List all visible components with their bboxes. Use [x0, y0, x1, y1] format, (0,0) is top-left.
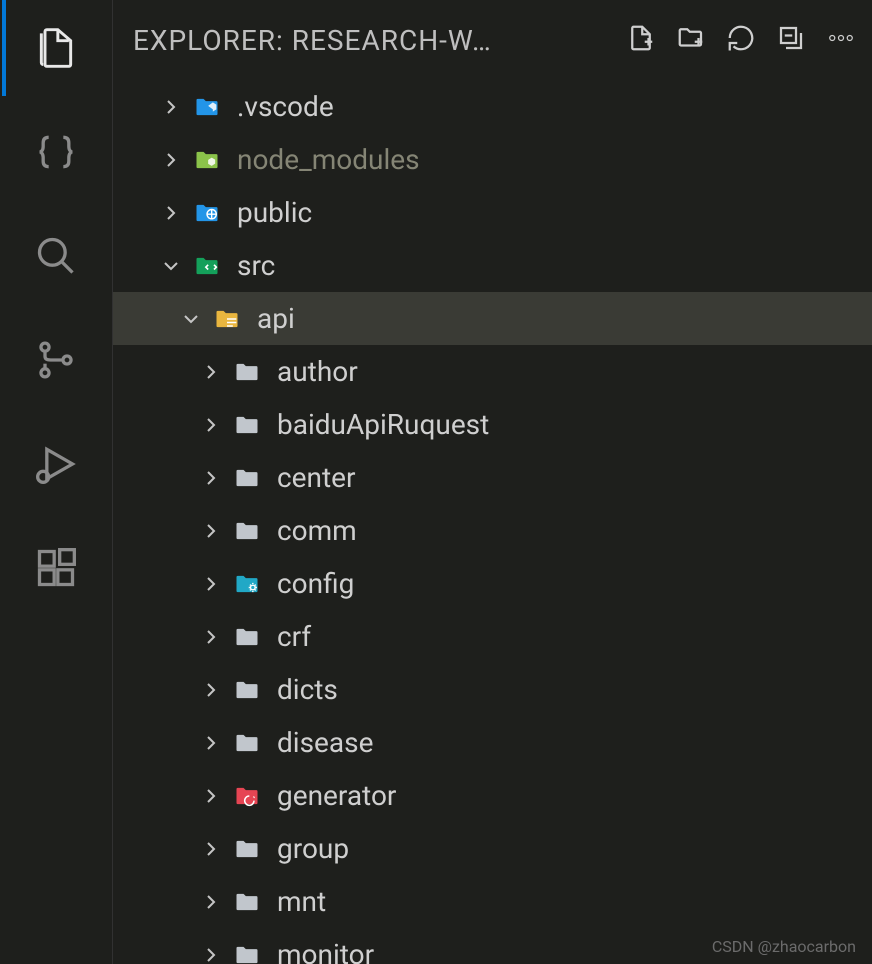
folder-icon: [231, 780, 263, 812]
tree-item-label: center: [277, 461, 355, 494]
tree-item-label: crf: [277, 620, 311, 653]
tree-item-comm[interactable]: comm: [113, 504, 872, 557]
panel-header-actions: [626, 23, 856, 57]
folder-icon: [231, 727, 263, 759]
tree-item-label: group: [277, 832, 349, 865]
tree-item-label: baiduApiRuquest: [277, 408, 489, 441]
refresh-icon[interactable]: [726, 23, 756, 57]
activity-extensions-icon[interactable]: [26, 538, 86, 598]
folder-icon: [191, 197, 223, 229]
tree-item-config[interactable]: config: [113, 557, 872, 610]
tree-item-disease[interactable]: disease: [113, 716, 872, 769]
tree-item-label: author: [277, 355, 358, 388]
chevron-down-icon[interactable]: [175, 303, 207, 335]
chevron-right-icon[interactable]: [195, 939, 227, 964]
folder-icon: [231, 939, 263, 964]
chevron-right-icon[interactable]: [195, 409, 227, 441]
tree-item-group[interactable]: group: [113, 822, 872, 875]
tree-item-center[interactable]: center: [113, 451, 872, 504]
chevron-right-icon[interactable]: [195, 515, 227, 547]
chevron-right-icon[interactable]: [195, 568, 227, 600]
activity-bar: [0, 0, 112, 964]
new-folder-icon[interactable]: [676, 23, 706, 57]
collapse-all-icon[interactable]: [776, 23, 806, 57]
chevron-right-icon[interactable]: [195, 886, 227, 918]
folder-icon: [231, 621, 263, 653]
folder-icon: [191, 144, 223, 176]
tree-item-label: config: [277, 567, 354, 600]
chevron-right-icon[interactable]: [195, 356, 227, 388]
chevron-right-icon[interactable]: [155, 144, 187, 176]
panel-header: EXPLORER: RESEARCH-W…: [113, 0, 872, 80]
file-tree[interactable]: .vscode node_modulespublic src api author bai…: [113, 80, 872, 964]
tree-item-node_modules[interactable]: node_modules: [113, 133, 872, 186]
new-file-icon[interactable]: [626, 23, 656, 57]
tree-item-label: api: [257, 302, 295, 335]
tree-item-label: dicts: [277, 673, 338, 706]
explorer-panel: EXPLORER: RESEARCH-W… .vscode node_module…: [112, 0, 872, 964]
activity-json-braces-icon[interactable]: [26, 122, 86, 182]
folder-icon: [231, 886, 263, 918]
chevron-right-icon[interactable]: [195, 727, 227, 759]
activity-search-icon[interactable]: [26, 226, 86, 286]
chevron-right-icon[interactable]: [155, 197, 187, 229]
folder-icon: [231, 568, 263, 600]
chevron-right-icon[interactable]: [155, 91, 187, 123]
folder-icon: [191, 91, 223, 123]
tree-item-label: comm: [277, 514, 357, 547]
tree-item-label: .vscode: [237, 90, 334, 123]
folder-icon: [191, 250, 223, 282]
more-icon[interactable]: [826, 23, 856, 57]
activity-explorer-icon[interactable]: [26, 18, 86, 78]
tree-item-public[interactable]: public: [113, 186, 872, 239]
tree-item-generator[interactable]: generator: [113, 769, 872, 822]
chevron-right-icon[interactable]: [195, 780, 227, 812]
tree-item-label: monitor: [277, 938, 374, 964]
folder-icon: [231, 356, 263, 388]
watermark-text: CSDN @zhaocarbon: [712, 937, 856, 956]
chevron-right-icon[interactable]: [195, 621, 227, 653]
tree-item-src[interactable]: src: [113, 239, 872, 292]
chevron-right-icon[interactable]: [195, 674, 227, 706]
panel-title: EXPLORER: RESEARCH-W…: [133, 24, 614, 57]
folder-icon: [231, 515, 263, 547]
tree-item-label: node_modules: [237, 143, 420, 176]
tree-item-api[interactable]: api: [113, 292, 872, 345]
tree-item-label: src: [237, 249, 275, 282]
tree-item-author[interactable]: author: [113, 345, 872, 398]
folder-icon: [231, 833, 263, 865]
tree-item-label: disease: [277, 726, 373, 759]
activity-run-debug-icon[interactable]: [26, 434, 86, 494]
tree-item-label: generator: [277, 779, 396, 812]
chevron-right-icon[interactable]: [195, 833, 227, 865]
folder-icon: [231, 462, 263, 494]
tree-item-dicts[interactable]: dicts: [113, 663, 872, 716]
tree-item-label: public: [237, 196, 312, 229]
chevron-right-icon[interactable]: [195, 462, 227, 494]
folder-icon: [231, 674, 263, 706]
chevron-down-icon[interactable]: [155, 250, 187, 282]
tree-item-.vscode[interactable]: .vscode: [113, 80, 872, 133]
tree-item-mnt[interactable]: mnt: [113, 875, 872, 928]
tree-item-label: mnt: [277, 885, 326, 918]
tree-item-crf[interactable]: crf: [113, 610, 872, 663]
folder-icon: [231, 409, 263, 441]
tree-item-baiduApiRuquest[interactable]: baiduApiRuquest: [113, 398, 872, 451]
folder-icon: [211, 303, 243, 335]
activity-source-control-icon[interactable]: [26, 330, 86, 390]
